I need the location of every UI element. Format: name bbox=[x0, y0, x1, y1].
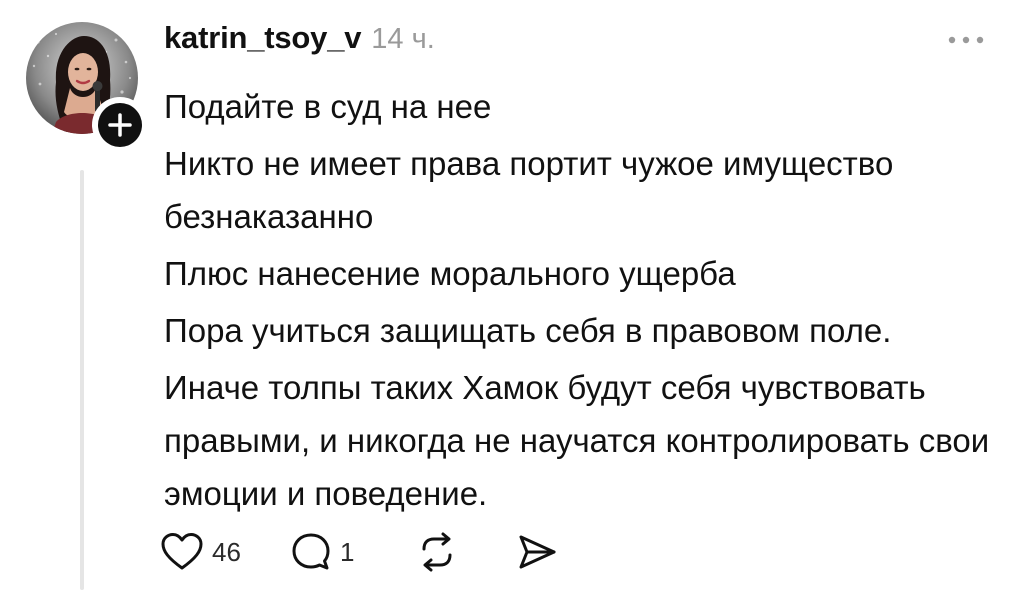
post-paragraph: Никто не имеет права портит чужое имущес… bbox=[164, 145, 894, 235]
post-timestamp: 14 ч. bbox=[371, 23, 435, 55]
repost-icon bbox=[422, 532, 452, 572]
more-options-button[interactable] bbox=[944, 28, 988, 52]
post-paragraph: Плюс нанесение морального ущерба bbox=[164, 255, 736, 292]
more-horizontal-icon bbox=[948, 36, 984, 44]
thread-line bbox=[80, 170, 84, 590]
share-button[interactable] bbox=[515, 531, 559, 573]
follow-button[interactable] bbox=[92, 97, 148, 153]
post-actions: 46 1 bbox=[160, 528, 559, 576]
comment-post: katrin_tsoy_v 14 ч. Подайте в суд на нее… bbox=[0, 0, 1024, 610]
avatar-container[interactable] bbox=[26, 22, 148, 153]
plus-icon bbox=[98, 103, 142, 147]
speech-bubble-icon bbox=[292, 533, 330, 570]
like-count: 46 bbox=[212, 536, 241, 567]
post-paragraph: Подайте в суд на нее bbox=[164, 88, 492, 125]
post-header: katrin_tsoy_v 14 ч. bbox=[164, 20, 435, 64]
like-button[interactable]: 46 bbox=[160, 532, 290, 572]
reply-count: 1 bbox=[340, 536, 355, 567]
post-paragraph: Иначе толпы таких Хамок будут себя чувст… bbox=[164, 369, 990, 512]
author-username[interactable]: katrin_tsoy_v bbox=[164, 20, 361, 56]
heart-icon bbox=[161, 533, 203, 570]
reply-button[interactable]: 1 bbox=[290, 531, 415, 573]
post-paragraph: Пора учиться защищать себя в правовом по… bbox=[164, 312, 892, 349]
repost-button[interactable] bbox=[415, 531, 515, 573]
send-icon bbox=[519, 535, 556, 569]
post-body: Подайте в суд на нее Никто не имеет прав… bbox=[164, 80, 1014, 524]
